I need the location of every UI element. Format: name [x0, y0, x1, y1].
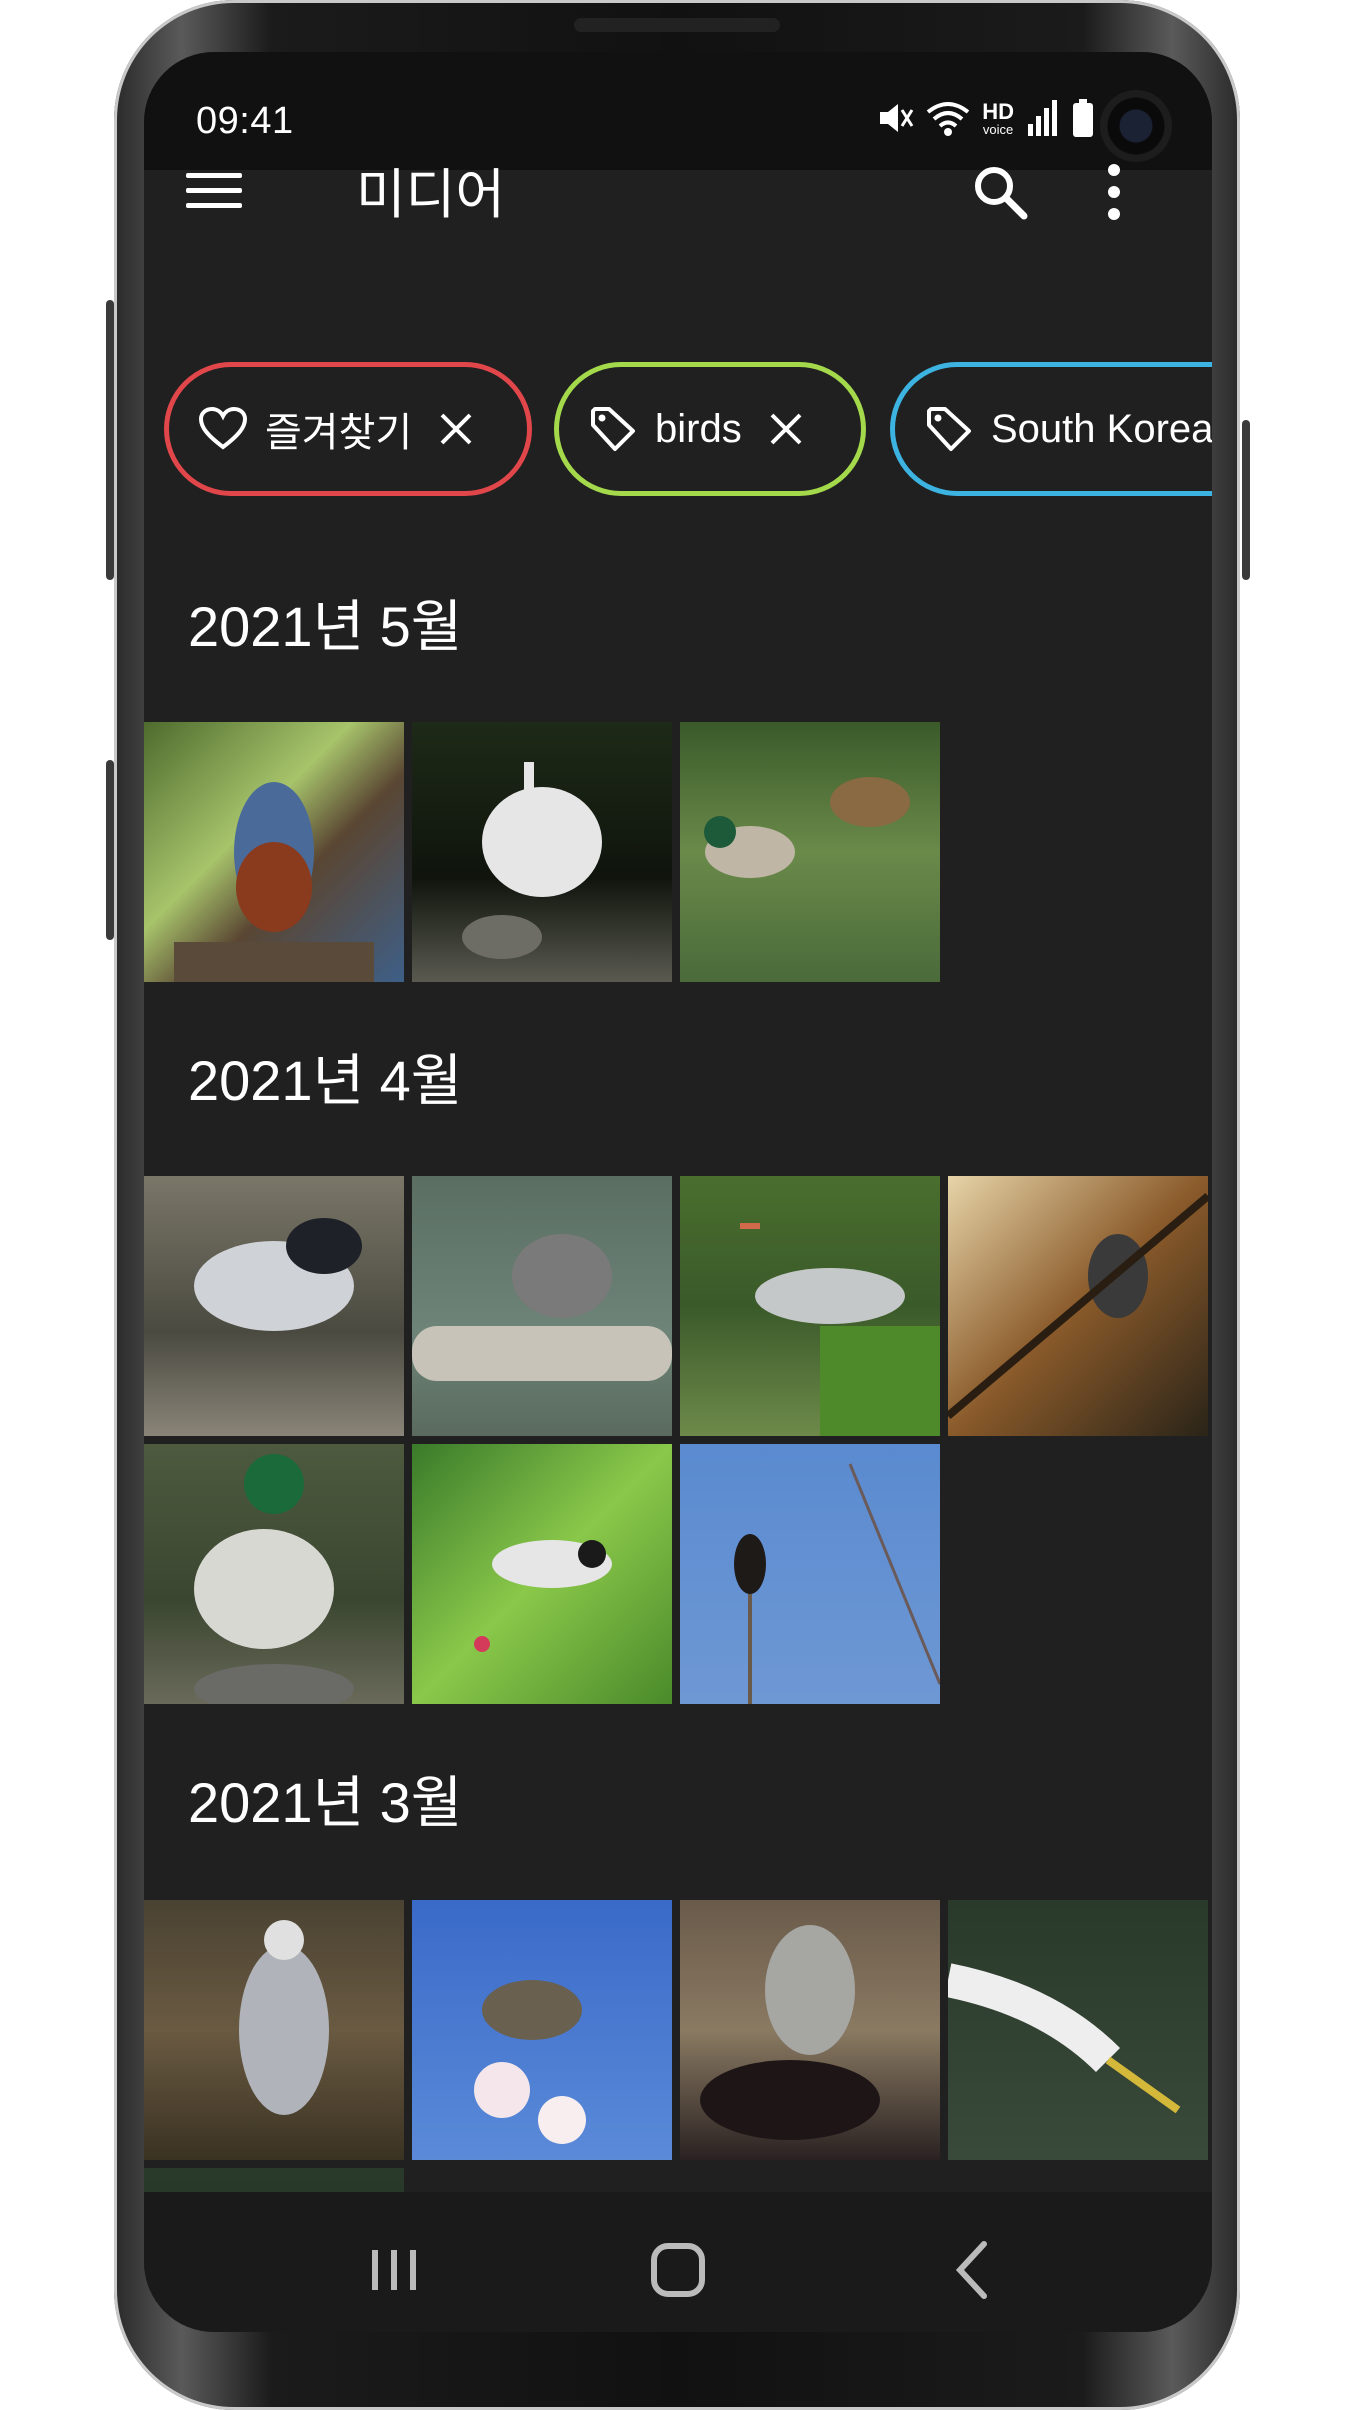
status-bar: 09:41 HD voice — [144, 52, 1212, 170]
photo-thumbnail[interactable] — [144, 1176, 404, 1436]
close-icon[interactable] — [436, 409, 476, 449]
photo-thumbnail[interactable] — [412, 722, 672, 982]
photo-thumbnail[interactable] — [948, 1176, 1208, 1436]
chip-south-korea[interactable]: South Korea — [890, 362, 1212, 496]
chip-favorites[interactable]: 즐겨찾기 — [164, 362, 532, 496]
bixby-button — [106, 760, 114, 940]
chip-favorites-label: 즐겨찾기 — [265, 411, 413, 455]
earpiece — [574, 18, 780, 32]
photo-thumbnail[interactable] — [144, 1444, 404, 1704]
more-vert-icon[interactable] — [1094, 160, 1134, 224]
close-icon[interactable] — [766, 409, 806, 449]
bird-photo — [734, 1463, 940, 1704]
bird-photo — [474, 1980, 586, 2144]
system-nav-bar — [144, 2192, 1212, 2332]
bird-photo — [412, 1234, 672, 1381]
bird-photo — [740, 1223, 940, 1436]
chip-south-korea-label: South Korea — [991, 406, 1212, 451]
bird-photo — [704, 777, 910, 878]
bird-photo — [474, 1540, 612, 1652]
wifi-icon — [926, 102, 970, 136]
bird-photo — [194, 1218, 362, 1331]
filter-chips: 즐겨찾기 birds South Korea — [164, 362, 1212, 504]
front-camera — [1100, 90, 1172, 162]
section-header-may: 2021년 5월 — [188, 595, 463, 658]
chip-birds-label: birds — [655, 406, 742, 451]
status-icons: HD voice — [874, 98, 1094, 138]
photo-thumbnail[interactable] — [680, 1176, 940, 1436]
photo-thumbnail[interactable] — [144, 1900, 404, 2160]
hd-voice-top: HD — [982, 98, 1014, 124]
battery-icon — [1073, 99, 1093, 137]
bird-photo — [239, 1920, 329, 2115]
home-icon[interactable] — [638, 2230, 718, 2310]
photo-thumbnail[interactable] — [680, 1900, 940, 2160]
heart-icon — [199, 407, 247, 450]
bird-photo — [462, 762, 602, 959]
power-button — [1242, 420, 1250, 580]
menu-icon — [186, 172, 242, 178]
section-header-april: 2021년 4월 — [188, 1049, 463, 1112]
recents-icon[interactable] — [354, 2230, 434, 2310]
tag-icon — [591, 407, 635, 451]
signal-icon — [1028, 100, 1057, 136]
status-time: 09:41 — [196, 100, 294, 142]
hd-voice-bottom: voice — [982, 121, 1014, 137]
hd-voice-icon: HD voice — [982, 98, 1014, 137]
photo-thumbnail[interactable] — [412, 1444, 672, 1704]
screen: 09:41 HD voice 미디어 즐겨찾기 birds South Kore… — [144, 52, 1212, 2332]
photo-thumbnail[interactable] — [680, 722, 940, 982]
tag-icon — [927, 407, 971, 451]
back-icon[interactable] — [934, 2230, 1014, 2310]
bird-photo — [174, 782, 374, 982]
mute-icon — [880, 104, 914, 132]
volume-button — [106, 300, 114, 580]
page-title: 미디어 — [356, 165, 506, 225]
chip-birds[interactable]: birds — [554, 362, 866, 496]
search-icon[interactable] — [970, 162, 1030, 222]
photo-thumbnail[interactable] — [948, 1900, 1208, 2160]
bird-photo — [194, 1454, 354, 1704]
menu-button[interactable] — [186, 160, 246, 220]
section-header-march: 2021년 3월 — [188, 1771, 463, 1834]
photo-thumbnail[interactable] — [412, 1176, 672, 1436]
photo-thumbnail[interactable] — [144, 722, 404, 982]
bird-photo — [948, 1963, 1181, 2114]
photo-thumbnail[interactable] — [412, 1900, 672, 2160]
photo-thumbnail[interactable] — [680, 1444, 940, 1704]
bird-photo — [948, 1192, 1208, 1420]
bird-photo — [700, 1925, 880, 2140]
